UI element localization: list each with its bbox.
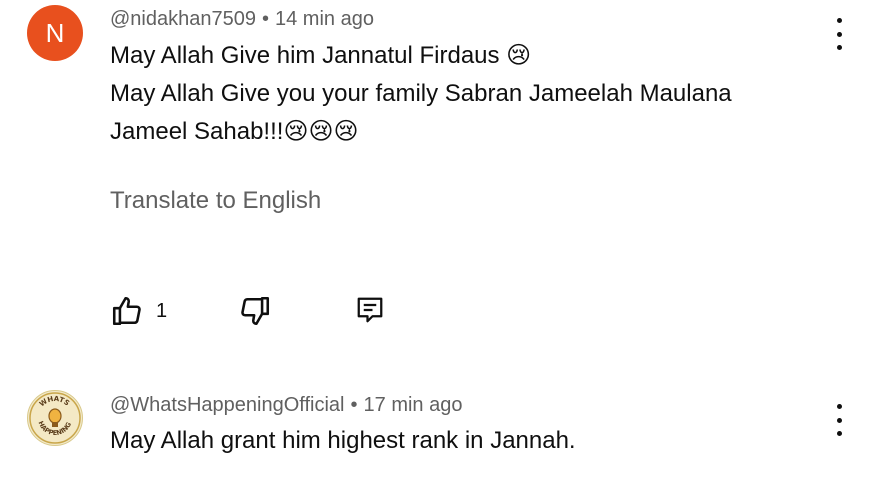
thumbs-down-icon bbox=[241, 296, 270, 326]
comment-item: N @nidakhan7509 • 14 min ago May Allah Giv… bbox=[0, 0, 894, 360]
comment-meta: @nidakhan7509 • 14 min ago bbox=[110, 8, 374, 31]
dislike-button[interactable] bbox=[238, 294, 272, 328]
comment-line: May Allah Give him Jannatul Firdaus 😢 bbox=[110, 42, 532, 69]
comment-line: May Allah grant him highest rank in Jann… bbox=[110, 427, 576, 454]
comment-time: 17 min ago bbox=[363, 394, 463, 416]
comment-time: 14 min ago bbox=[275, 8, 374, 30]
reply-icon bbox=[357, 297, 383, 323]
comment-meta: @WhatsHappeningOfficial • 17 min ago bbox=[110, 394, 462, 417]
translate-link[interactable]: Translate to English bbox=[110, 187, 321, 215]
comment-item: WHATS HAPPENING @WhatsHappeningOfficial •… bbox=[0, 380, 894, 500]
whats-happening-logo: WHATS HAPPENING bbox=[29, 392, 81, 444]
author-name[interactable]: @WhatsHappeningOfficial bbox=[110, 394, 345, 416]
comment-text: May Allah grant him highest rank in Jann… bbox=[110, 422, 576, 460]
avatar[interactable]: WHATS HAPPENING bbox=[27, 390, 83, 446]
reply-button[interactable] bbox=[355, 294, 385, 326]
avatar-letter: N bbox=[45, 17, 65, 48]
more-options-icon[interactable] bbox=[829, 18, 849, 50]
avatar[interactable]: N bbox=[27, 5, 83, 61]
comment-line: Jameel Sahab!!!😢😢😢 bbox=[110, 118, 359, 145]
like-count: 1 bbox=[156, 299, 168, 322]
more-options-icon[interactable] bbox=[829, 404, 849, 436]
meta-separator: • bbox=[350, 394, 358, 416]
author-name[interactable]: @nidakhan7509 bbox=[110, 8, 256, 30]
comment-line: May Allah Give you your family Sabran Ja… bbox=[110, 80, 732, 107]
comment-text: May Allah Give him Jannatul Firdaus 😢 Ma… bbox=[110, 37, 732, 151]
thumbs-up-icon bbox=[112, 296, 141, 326]
like-button[interactable]: 1 bbox=[110, 294, 167, 328]
meta-separator: • bbox=[261, 8, 269, 30]
